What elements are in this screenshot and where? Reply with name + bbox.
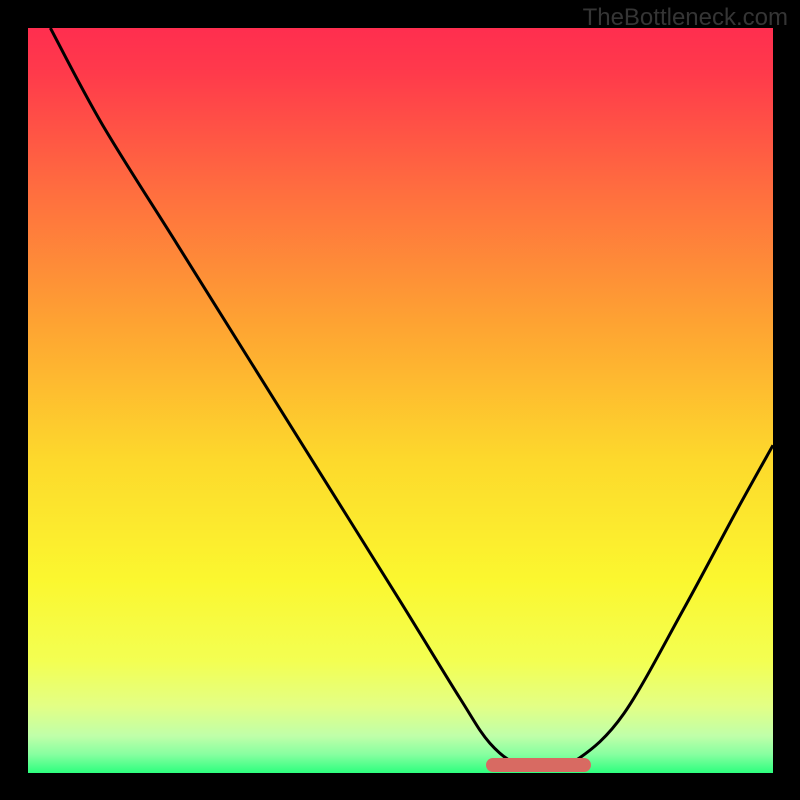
optimal-flat-marker	[486, 758, 591, 772]
watermark-text: TheBottleneck.com	[583, 4, 788, 32]
bottleneck-curve	[28, 28, 773, 773]
plot-area	[28, 28, 773, 773]
